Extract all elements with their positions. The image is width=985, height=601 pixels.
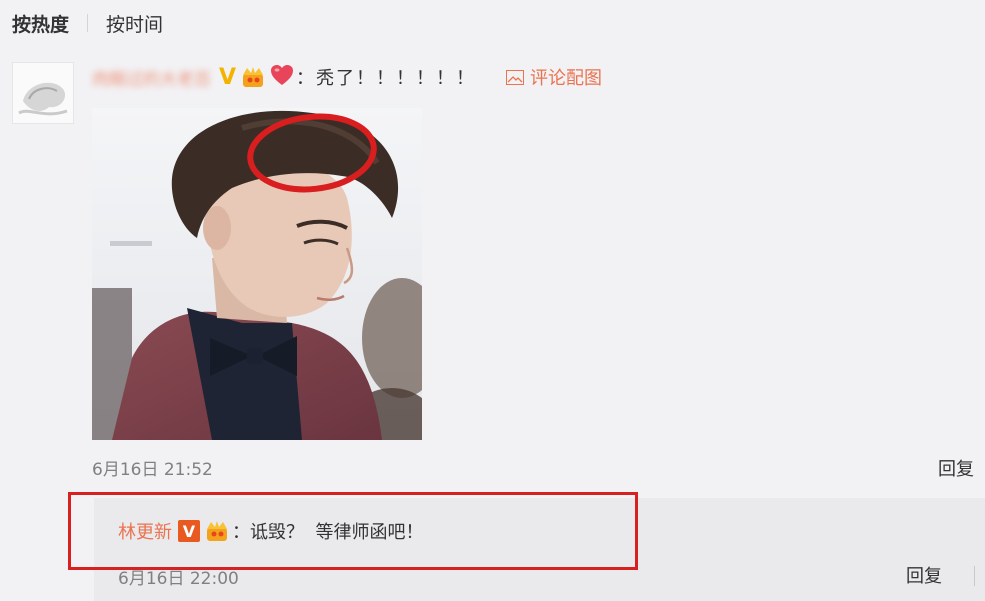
reply-username[interactable]: 林更新: [118, 518, 172, 544]
action-divider: [974, 566, 975, 586]
crown-badge-icon: [240, 66, 266, 88]
verified-box-icon: V: [178, 520, 200, 542]
sort-divider: [87, 14, 89, 32]
avatar-image: [13, 63, 73, 123]
sort-by-time-tab[interactable]: 按时间: [106, 10, 163, 37]
comment-picture-link[interactable]: 评论配图: [506, 64, 602, 90]
avatar[interactable]: [12, 62, 74, 124]
comment-photo[interactable]: [92, 108, 422, 440]
reply-timestamp: 6月16日 22:00: [118, 569, 239, 589]
comment-text: ：秃了！！！！！！: [296, 68, 477, 89]
verified-v-icon: V: [219, 64, 237, 90]
comment-timestamp: 6月16日 21:52: [92, 460, 213, 480]
crown-badge-icon: [204, 520, 230, 542]
heart-icon: [270, 64, 294, 91]
reply-text: ：诋毁？ 等律师函吧！: [232, 522, 424, 543]
comment-username[interactable]: 肉眼过的大老百: [92, 65, 211, 90]
reply-reply-button[interactable]: 回复: [906, 562, 942, 588]
image-icon: [506, 69, 525, 85]
sort-by-hot-tab[interactable]: 按热度: [12, 10, 69, 37]
comment-reply-button[interactable]: 回复: [938, 455, 974, 481]
comment-line: 肉眼过的大老百 V ：秃了！！！！！！ 评论配图: [92, 60, 602, 94]
reply-line: 林更新 V ：诋毁？ 等律师函吧！: [118, 514, 423, 548]
comment-photo-image: [92, 108, 422, 440]
comment-picture-label: 评论配图: [530, 68, 603, 89]
sort-bar: 按热度 按时间: [12, 8, 163, 38]
